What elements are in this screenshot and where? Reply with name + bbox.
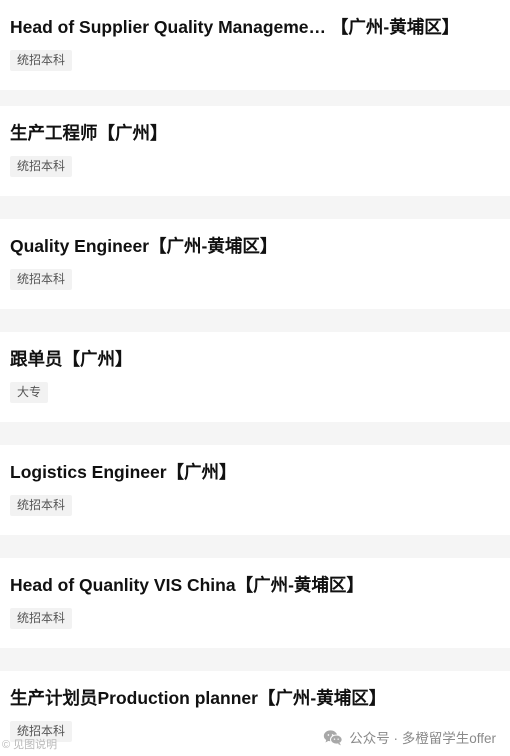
- education-tag: 统招本科: [10, 269, 73, 290]
- job-title: Head of Supplier Quality Manageme… 【广州-黄…: [10, 17, 460, 37]
- education-tag: 统招本科: [10, 156, 73, 177]
- job-title: Quality Engineer【广州-黄埔区】: [10, 236, 278, 256]
- education-tag: 统招本科: [10, 495, 73, 516]
- job-card[interactable]: Head of Quanlity VIS China【广州-黄埔区】 统招本科: [0, 558, 510, 648]
- education-tag: 统招本科: [10, 608, 73, 629]
- job-card[interactable]: 生产工程师【广州】 统招本科: [0, 106, 510, 196]
- job-card[interactable]: Head of Supplier Quality Manageme… 【广州-黄…: [0, 0, 510, 90]
- job-card[interactable]: 跟单员【广州】 大专: [0, 332, 510, 422]
- job-title: 生产计划员Production planner【广州-黄埔区】: [10, 688, 387, 708]
- job-title: 生产工程师【广州】: [10, 123, 168, 143]
- watermark-left: © 见图说明: [2, 739, 58, 751]
- wechat-icon: [324, 729, 343, 745]
- job-title: Logistics Engineer【广州】: [10, 462, 237, 482]
- job-card[interactable]: Quality Engineer【广州-黄埔区】 统招本科: [0, 219, 510, 309]
- wechat-watermark: 公众号 · 多橙留学生offer: [323, 727, 496, 747]
- job-title: 跟单员【广州】: [10, 349, 133, 369]
- job-title: Head of Quanlity VIS China【广州-黄埔区】: [10, 575, 364, 595]
- job-card[interactable]: Logistics Engineer【广州】 统招本科: [0, 445, 510, 535]
- education-tag: 统招本科: [10, 50, 73, 71]
- education-tag: 大专: [10, 382, 49, 403]
- wechat-account-text: 公众号 · 多橙留学生offer: [349, 731, 496, 746]
